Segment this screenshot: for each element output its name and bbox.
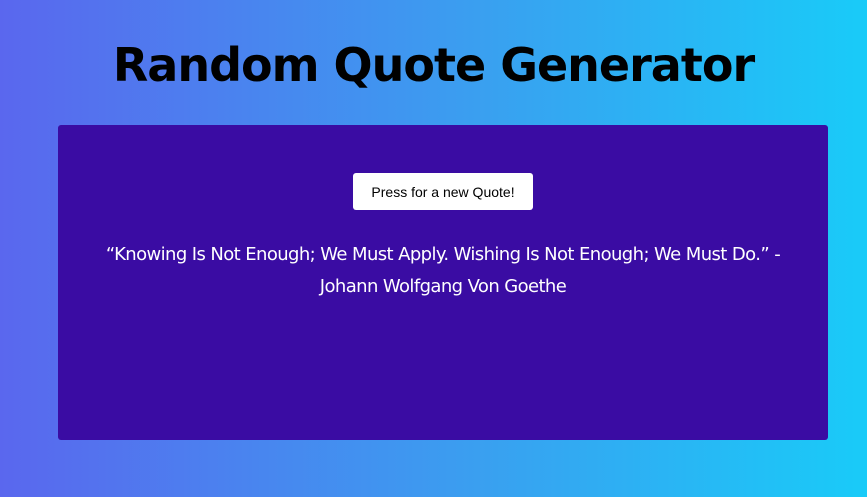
page-title: Random Quote Generator <box>112 38 755 92</box>
quote-card: Press for a new Quote! “Knowing Is Not E… <box>58 125 828 440</box>
new-quote-button[interactable]: Press for a new Quote! <box>353 173 533 210</box>
quote-text: “Knowing Is Not Enough; We Must Apply. W… <box>105 244 781 297</box>
